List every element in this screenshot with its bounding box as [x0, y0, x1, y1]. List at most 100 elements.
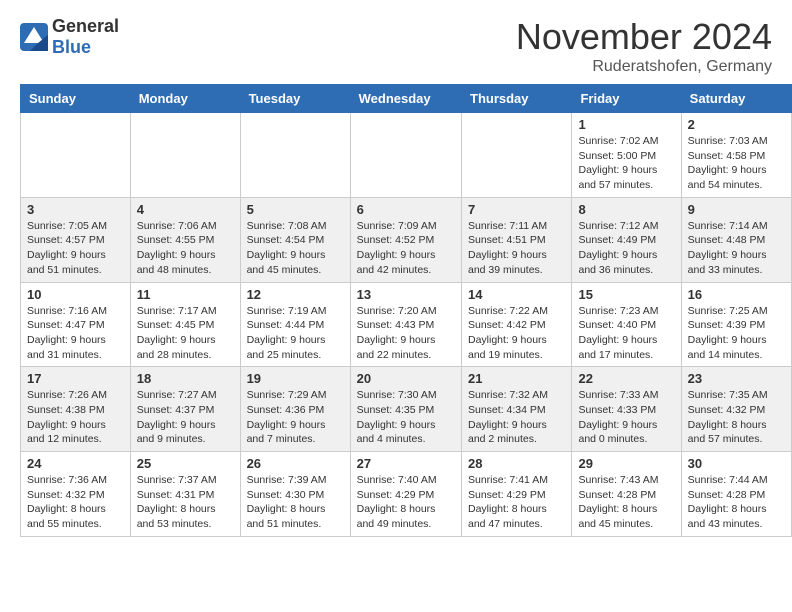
calendar-week-row: 3 Sunrise: 7:05 AM Sunset: 4:57 PM Daylig…: [21, 197, 792, 282]
logo: General Blue: [20, 16, 119, 58]
day-info: Sunrise: 7:25 AM Sunset: 4:39 PM Dayligh…: [688, 304, 785, 363]
table-row: 10Sunrise: 7:16 AM Sunset: 4:47 PM Dayli…: [21, 282, 131, 367]
day-info: Sunrise: 7:33 AM Sunset: 4:33 PM Dayligh…: [578, 388, 674, 447]
day-info: Sunrise: 7:44 AM Sunset: 4:28 PM Dayligh…: [688, 473, 785, 532]
day-info: Sunrise: 7:40 AM Sunset: 4:29 PM Dayligh…: [357, 473, 455, 532]
table-row: 13Sunrise: 7:20 AM Sunset: 4:43 PM Dayli…: [350, 282, 461, 367]
table-row: 18Sunrise: 7:27 AM Sunset: 4:37 PM Dayli…: [130, 367, 240, 452]
day-info: Sunrise: 7:30 AM Sunset: 4:35 PM Dayligh…: [357, 388, 455, 447]
day-info: Sunrise: 7:35 AM Sunset: 4:32 PM Dayligh…: [688, 388, 785, 447]
day-number: 21: [468, 371, 565, 386]
day-info: Sunrise: 7:29 AM Sunset: 4:36 PM Dayligh…: [247, 388, 344, 447]
calendar-week-row: 10Sunrise: 7:16 AM Sunset: 4:47 PM Dayli…: [21, 282, 792, 367]
table-row: 16 Sunrise: 7:25 AM Sunset: 4:39 PM Dayli…: [681, 282, 791, 367]
col-monday: Monday: [130, 85, 240, 113]
col-saturday: Saturday: [681, 85, 791, 113]
day-info: Sunrise: 7:05 AM Sunset: 4:57 PM Dayligh…: [27, 219, 124, 278]
day-info: Sunrise: 7:17 AM Sunset: 4:45 PM Dayligh…: [137, 304, 234, 363]
day-number: 6: [357, 202, 455, 217]
table-row: 14 Sunrise: 7:22 AM Sunset: 4:42 PM Dayli…: [462, 282, 572, 367]
day-info: Sunrise: 7:19 AM Sunset: 4:44 PM Dayligh…: [247, 304, 344, 363]
day-number: 29: [578, 456, 674, 471]
day-info: Sunrise: 7:20 AM Sunset: 4:43 PM Dayligh…: [357, 304, 455, 363]
day-number: 14: [468, 287, 565, 302]
day-number: 26: [247, 456, 344, 471]
title-block: November 2024 Ruderatshofen, Germany: [516, 16, 772, 76]
logo-icon: [20, 23, 48, 51]
calendar-wrap: Sunday Monday Tuesday Wednesday Thursday…: [0, 84, 792, 547]
table-row: 29 Sunrise: 7:43 AM Sunset: 4:28 PM Dayli…: [572, 452, 681, 537]
day-info: Sunrise: 7:12 AM Sunset: 4:49 PM Dayligh…: [578, 219, 674, 278]
table-row: 4 Sunrise: 7:06 AM Sunset: 4:55 PM Daylig…: [130, 197, 240, 282]
table-row: 3 Sunrise: 7:05 AM Sunset: 4:57 PM Daylig…: [21, 197, 131, 282]
col-wednesday: Wednesday: [350, 85, 461, 113]
day-number: 3: [27, 202, 124, 217]
table-row: 28 Sunrise: 7:41 AM Sunset: 4:29 PM Dayli…: [462, 452, 572, 537]
day-info: Sunrise: 7:08 AM Sunset: 4:54 PM Dayligh…: [247, 219, 344, 278]
day-info: Sunrise: 7:06 AM Sunset: 4:55 PM Dayligh…: [137, 219, 234, 278]
table-row: 1 Sunrise: 7:02 AM Sunset: 5:00 PM Daylig…: [572, 113, 681, 198]
table-row: 20 Sunrise: 7:30 AM Sunset: 4:35 PM Dayli…: [350, 367, 461, 452]
calendar-week-row: 1 Sunrise: 7:02 AM Sunset: 5:00 PM Daylig…: [21, 113, 792, 198]
table-row: 2 Sunrise: 7:03 AM Sunset: 4:58 PM Daylig…: [681, 113, 791, 198]
table-row: 5 Sunrise: 7:08 AM Sunset: 4:54 PM Daylig…: [240, 197, 350, 282]
month-title: November 2024: [516, 16, 772, 58]
table-row: [21, 113, 131, 198]
table-row: 12 Sunrise: 7:19 AM Sunset: 4:44 PM Dayli…: [240, 282, 350, 367]
day-number: 12: [247, 287, 344, 302]
calendar-header-row: Sunday Monday Tuesday Wednesday Thursday…: [21, 85, 792, 113]
table-row: 17 Sunrise: 7:26 AM Sunset: 4:38 PM Dayli…: [21, 367, 131, 452]
day-info: Sunrise: 7:16 AM Sunset: 4:47 PM Dayligh…: [27, 304, 124, 363]
table-row: 26 Sunrise: 7:39 AM Sunset: 4:30 PM Dayli…: [240, 452, 350, 537]
day-info: Sunrise: 7:26 AM Sunset: 4:38 PM Dayligh…: [27, 388, 124, 447]
logo-blue: Blue: [52, 37, 119, 58]
day-info: Sunrise: 7:41 AM Sunset: 4:29 PM Dayligh…: [468, 473, 565, 532]
table-row: 24Sunrise: 7:36 AM Sunset: 4:32 PM Dayli…: [21, 452, 131, 537]
table-row: [240, 113, 350, 198]
day-number: 18: [137, 371, 234, 386]
table-row: 7Sunrise: 7:11 AM Sunset: 4:51 PM Daylig…: [462, 197, 572, 282]
day-number: 22: [578, 371, 674, 386]
day-number: 20: [357, 371, 455, 386]
day-info: Sunrise: 7:32 AM Sunset: 4:34 PM Dayligh…: [468, 388, 565, 447]
calendar-week-row: 24Sunrise: 7:36 AM Sunset: 4:32 PM Dayli…: [21, 452, 792, 537]
day-info: Sunrise: 7:43 AM Sunset: 4:28 PM Dayligh…: [578, 473, 674, 532]
col-thursday: Thursday: [462, 85, 572, 113]
day-number: 11: [137, 287, 234, 302]
day-number: 19: [247, 371, 344, 386]
day-number: 8: [578, 202, 674, 217]
location-subtitle: Ruderatshofen, Germany: [516, 58, 772, 76]
table-row: 25Sunrise: 7:37 AM Sunset: 4:31 PM Dayli…: [130, 452, 240, 537]
day-number: 27: [357, 456, 455, 471]
day-info: Sunrise: 7:03 AM Sunset: 4:58 PM Dayligh…: [688, 134, 785, 193]
day-info: Sunrise: 7:39 AM Sunset: 4:30 PM Dayligh…: [247, 473, 344, 532]
day-number: 28: [468, 456, 565, 471]
table-row: 22 Sunrise: 7:33 AM Sunset: 4:33 PM Dayli…: [572, 367, 681, 452]
day-info: Sunrise: 7:11 AM Sunset: 4:51 PM Dayligh…: [468, 219, 565, 278]
table-row: [462, 113, 572, 198]
col-friday: Friday: [572, 85, 681, 113]
day-info: Sunrise: 7:02 AM Sunset: 5:00 PM Dayligh…: [578, 134, 674, 193]
day-info: Sunrise: 7:22 AM Sunset: 4:42 PM Dayligh…: [468, 304, 565, 363]
day-number: 17: [27, 371, 124, 386]
day-number: 25: [137, 456, 234, 471]
table-row: 9Sunrise: 7:14 AM Sunset: 4:48 PM Daylig…: [681, 197, 791, 282]
day-info: Sunrise: 7:23 AM Sunset: 4:40 PM Dayligh…: [578, 304, 674, 363]
table-row: [350, 113, 461, 198]
day-number: 4: [137, 202, 234, 217]
day-number: 1: [578, 117, 674, 132]
calendar-table: Sunday Monday Tuesday Wednesday Thursday…: [20, 84, 792, 537]
table-row: 15Sunrise: 7:23 AM Sunset: 4:40 PM Dayli…: [572, 282, 681, 367]
day-number: 5: [247, 202, 344, 217]
day-number: 9: [688, 202, 785, 217]
day-info: Sunrise: 7:36 AM Sunset: 4:32 PM Dayligh…: [27, 473, 124, 532]
table-row: 6Sunrise: 7:09 AM Sunset: 4:52 PM Daylig…: [350, 197, 461, 282]
table-row: 21 Sunrise: 7:32 AM Sunset: 4:34 PM Dayli…: [462, 367, 572, 452]
col-sunday: Sunday: [21, 85, 131, 113]
day-number: 2: [688, 117, 785, 132]
table-row: 8 Sunrise: 7:12 AM Sunset: 4:49 PM Daylig…: [572, 197, 681, 282]
day-number: 16: [688, 287, 785, 302]
table-row: 19 Sunrise: 7:29 AM Sunset: 4:36 PM Dayli…: [240, 367, 350, 452]
table-row: 11 Sunrise: 7:17 AM Sunset: 4:45 PM Dayli…: [130, 282, 240, 367]
calendar-week-row: 17 Sunrise: 7:26 AM Sunset: 4:38 PM Dayli…: [21, 367, 792, 452]
